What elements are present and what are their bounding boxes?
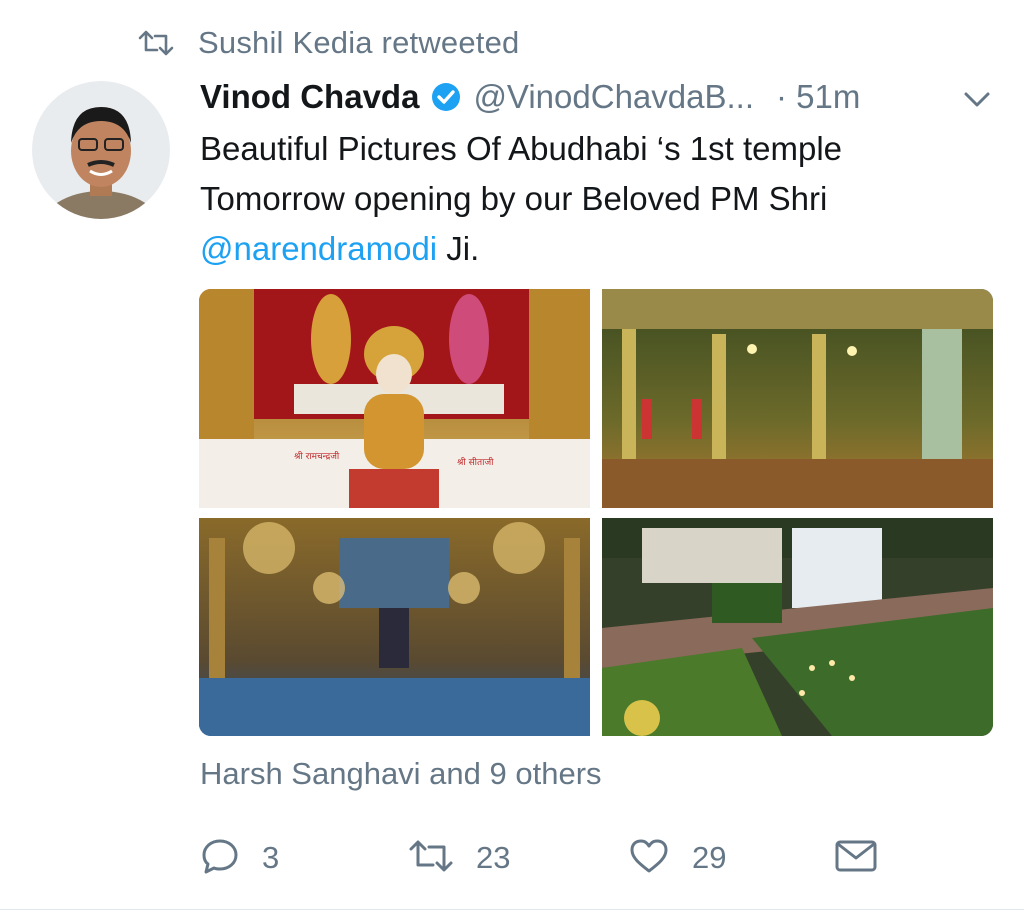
envelope-icon [834,839,878,878]
direct-message-button[interactable] [834,832,878,884]
tweet-text-line: Tomorrow opening by our Beloved PM Shri [200,180,828,217]
temple-interior-photo[interactable] [602,289,993,508]
tweet-header: Vinod Chavda @VinodChavdaB... · 51m [200,74,1000,120]
tweet-timestamp[interactable]: · 51m [776,78,860,116]
avatar[interactable] [32,81,170,219]
like-count: 29 [692,840,727,875]
retweeted-by-label: Sushil Kedia retweeted [198,25,520,60]
retweet-count: 23 [476,840,511,875]
divider [0,909,1024,910]
palace-hall-photo[interactable] [199,518,590,736]
tweet-text-suffix: Ji. [437,230,480,267]
heart-icon [628,837,670,880]
reply-icon [200,836,240,881]
verified-badge-icon [431,81,463,113]
liked-by-summary[interactable]: Harsh Sanghavi and 9 others [200,756,602,792]
temple-idol-photo[interactable]: श्री रामचन्द्रजी श्री सीताजी [199,289,590,508]
media-grid: श्री रामचन्द्रजी श्री सीताजी [199,289,993,736]
temple-aerial-photo[interactable] [602,518,993,736]
reply-button[interactable]: 3 [200,832,279,884]
chevron-down-icon[interactable] [960,84,994,114]
retweet-icon [408,838,454,879]
tweet-text-line: Beautiful Pictures Of Abudhabi ‘s 1st te… [200,130,843,167]
tweet-actions: 3 23 29 [200,832,1000,884]
mention-link[interactable]: @narendramodi [200,230,437,267]
like-button[interactable]: 29 [628,832,726,884]
retweet-icon [138,27,178,59]
tweet-text-line: @narendramodi Ji. [200,224,1000,274]
author-handle[interactable]: @VinodChavdaB... [473,78,754,116]
retweet-context[interactable]: Sushil Kedia retweeted [138,22,519,64]
author-name[interactable]: Vinod Chavda [200,78,419,116]
retweet-button[interactable]: 23 [408,832,510,884]
caption-mark: श्री रामचन्द्रजी [294,450,340,462]
reply-count: 3 [262,840,280,875]
tweet-text: Beautiful Pictures Of Abudhabi ‘s 1st te… [200,124,1000,274]
caption-mark: श्री सीताजी [457,456,494,468]
